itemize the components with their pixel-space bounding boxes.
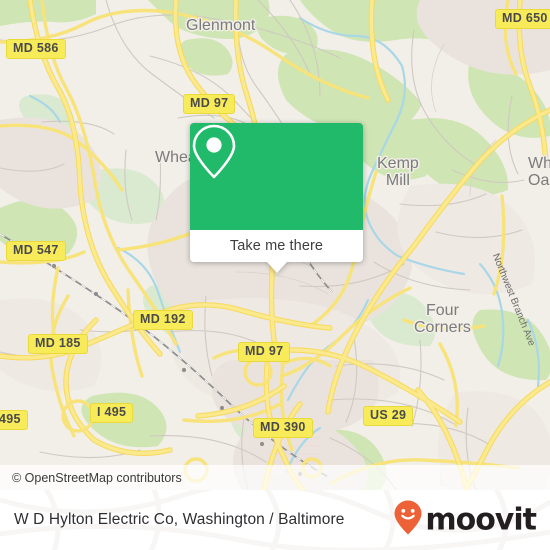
road-shield-md-586: MD 586 — [6, 39, 66, 59]
take-me-there-label: Take me there — [229, 238, 324, 254]
popup-tail — [266, 262, 287, 273]
osm-attribution[interactable]: © OpenStreetMap contributors — [0, 465, 550, 490]
map-screen: .grn { fill:#cfe5b4; } .grn2 { fill:#d9e… — [0, 0, 550, 550]
road-shield-md-192: MD 192 — [133, 310, 193, 330]
moovit-wordmark: moovit — [425, 502, 537, 537]
popup-pin-area — [190, 123, 363, 230]
road-shield-495: 495 — [0, 410, 28, 430]
road-shield-md-547: MD 547 — [6, 241, 66, 261]
road-shield-md-97-north: MD 97 — [183, 94, 236, 114]
road-shield-md-390: MD 390 — [253, 418, 313, 438]
road-shield-i-495: I 495 — [90, 403, 134, 423]
take-me-there-button[interactable]: Take me there — [190, 230, 363, 273]
destination-popup[interactable]: Take me there — [190, 123, 363, 273]
road-shield-md-185: MD 185 — [28, 334, 88, 354]
road-shield-us-29: US 29 — [363, 406, 414, 426]
map-canvas[interactable]: .grn { fill:#cfe5b4; } .grn2 { fill:#d9e… — [0, 0, 550, 490]
moovit-smiley-pin-icon — [393, 500, 423, 541]
road-shield-md-97-south: MD 97 — [238, 342, 291, 362]
osm-attribution-text: © OpenStreetMap contributors — [12, 470, 182, 485]
bottom-bar: W D Hylton Electric Co, Washington / Bal… — [0, 490, 550, 550]
moovit-logo[interactable]: moovit — [393, 500, 537, 541]
place-title: W D Hylton Electric Co, Washington / Bal… — [14, 511, 345, 528]
road-shield-md-650: MD 650 — [495, 9, 550, 29]
